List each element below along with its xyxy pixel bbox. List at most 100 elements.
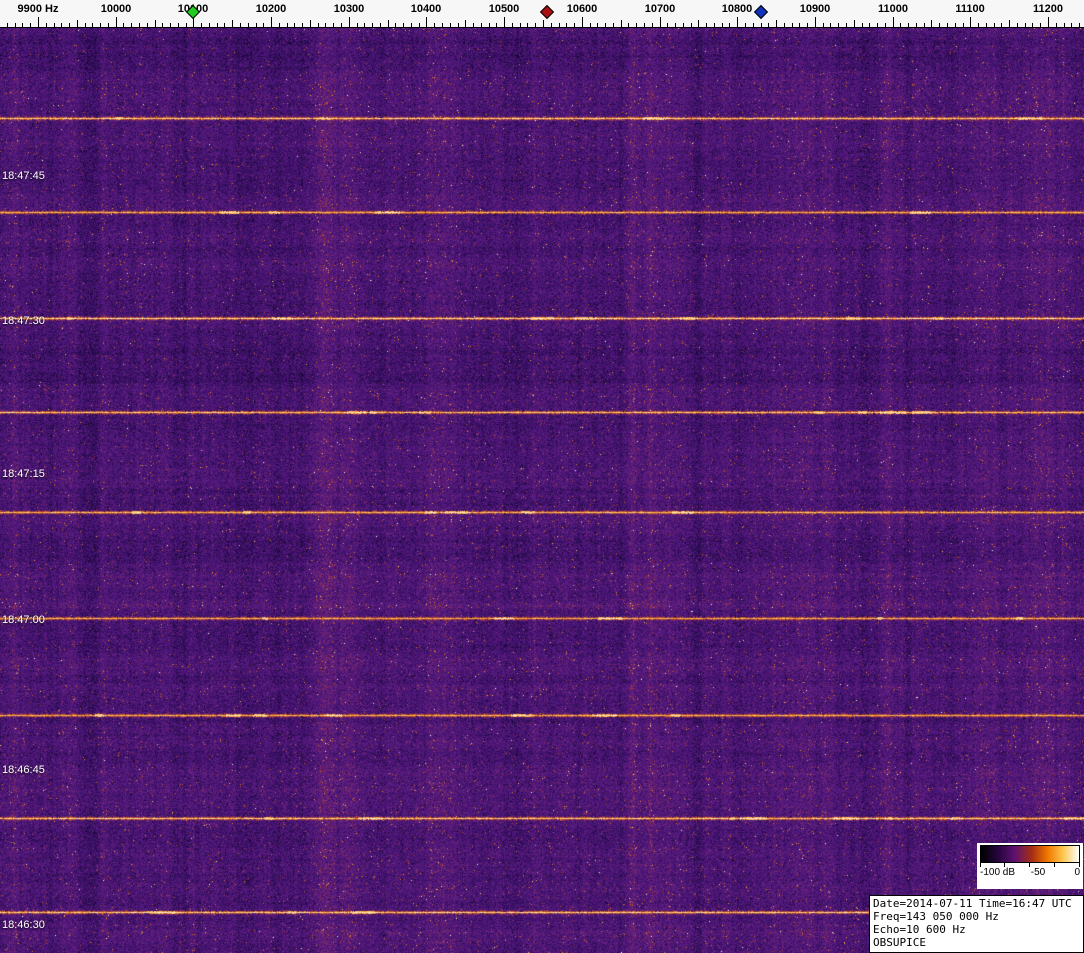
freq-tick [69, 23, 70, 27]
time-label: 18:46:30 [2, 919, 45, 931]
freq-tick [636, 23, 637, 27]
freq-tick [61, 23, 62, 27]
freq-label: 10600 [566, 3, 598, 15]
frequency-ruler[interactable]: 9900 Hz100001010010200103001040010500106… [0, 0, 1084, 28]
blue-marker-diamond-icon[interactable] [753, 4, 769, 20]
time-label: 18:47:45 [2, 170, 45, 182]
freq-tick [395, 23, 396, 27]
freq-tick [434, 23, 435, 27]
info-line-date: Date=2014-07-11 Time=16:47 UTC [873, 897, 1072, 910]
freq-tick [1017, 23, 1018, 27]
freq-tick [504, 17, 505, 27]
freq-tick [139, 23, 140, 27]
freq-tick [652, 23, 653, 27]
freq-tick [333, 23, 334, 27]
freq-tick [232, 20, 233, 27]
freq-tick [551, 23, 552, 27]
freq-tick [256, 23, 257, 27]
freq-tick [450, 23, 451, 27]
freq-tick [442, 23, 443, 27]
info-line-freq: Freq=143 050 000 Hz [873, 910, 999, 923]
freq-tick [1064, 23, 1065, 27]
freq-tick [170, 23, 171, 27]
freq-tick [807, 23, 808, 27]
freq-tick [582, 17, 583, 27]
freq-tick [100, 23, 101, 27]
db-label-max: 0 [1074, 867, 1080, 878]
freq-label: 10000 [100, 3, 132, 15]
freq-tick [108, 23, 109, 27]
freq-tick [660, 17, 661, 27]
freq-tick [745, 23, 746, 27]
freq-tick [489, 23, 490, 27]
freq-tick [799, 23, 800, 27]
freq-tick [496, 23, 497, 27]
status-info-box: Date=2014-07-11 Time=16:47 UTC Freq=143 … [869, 895, 1084, 953]
freq-tick [698, 20, 699, 27]
freq-tick [411, 23, 412, 27]
db-scale-labels: -100 dB -50 0 [980, 867, 1080, 879]
freq-tick [792, 23, 793, 27]
freq-label: 10400 [410, 3, 442, 15]
freq-tick [325, 23, 326, 27]
freq-tick [162, 23, 163, 27]
freq-tick [7, 23, 8, 27]
freq-label: 11200 [1033, 3, 1063, 15]
freq-tick [931, 20, 932, 27]
time-label: 18:47:30 [2, 315, 45, 327]
freq-tick [263, 23, 264, 27]
freq-tick [1001, 23, 1002, 27]
freq-tick [761, 23, 762, 27]
time-label: 18:47:15 [2, 468, 45, 480]
freq-tick [970, 17, 971, 27]
freq-tick [364, 23, 365, 27]
freq-tick [201, 23, 202, 27]
colormap-gradient-bar [980, 845, 1080, 863]
info-line-echo: Echo=10 600 Hz [873, 923, 966, 936]
freq-tick [38, 17, 39, 27]
freq-tick [1032, 23, 1033, 27]
freq-tick [667, 23, 668, 27]
freq-tick [768, 23, 769, 27]
freq-tick [691, 23, 692, 27]
freq-tick [597, 23, 598, 27]
freq-label: 10900 [799, 3, 831, 15]
time-label: 18:47:00 [2, 614, 45, 626]
freq-tick [823, 23, 824, 27]
freq-tick [885, 23, 886, 27]
freq-tick [675, 23, 676, 27]
freq-tick [994, 23, 995, 27]
freq-tick [512, 23, 513, 27]
time-label: 18:46:45 [2, 764, 45, 776]
freq-tick [318, 23, 319, 27]
freq-tick [349, 17, 350, 27]
freq-tick [978, 23, 979, 27]
freq-tick [535, 23, 536, 27]
freq-tick [908, 23, 909, 27]
freq-tick [85, 23, 86, 27]
freq-tick [240, 23, 241, 27]
freq-tick [388, 20, 389, 27]
freq-tick [279, 23, 280, 27]
freq-tick [947, 23, 948, 27]
freq-tick [714, 23, 715, 27]
freq-tick [15, 23, 16, 27]
freq-label: 11100 [955, 3, 985, 15]
freq-tick [644, 23, 645, 27]
freq-tick [737, 17, 738, 27]
freq-tick [341, 23, 342, 27]
freq-tick [1040, 23, 1041, 27]
red-marker-diamond-icon[interactable] [539, 4, 555, 20]
freq-tick [465, 20, 466, 27]
freq-tick [131, 23, 132, 27]
freq-tick [683, 23, 684, 27]
freq-tick [862, 23, 863, 27]
freq-label: 11000 [878, 3, 908, 15]
waterfall-canvas[interactable] [0, 28, 1084, 953]
freq-label: 10500 [488, 3, 520, 15]
freq-tick [46, 23, 47, 27]
freq-tick [92, 23, 93, 27]
freq-tick [178, 23, 179, 27]
freq-tick [426, 17, 427, 27]
freq-tick [294, 23, 295, 27]
